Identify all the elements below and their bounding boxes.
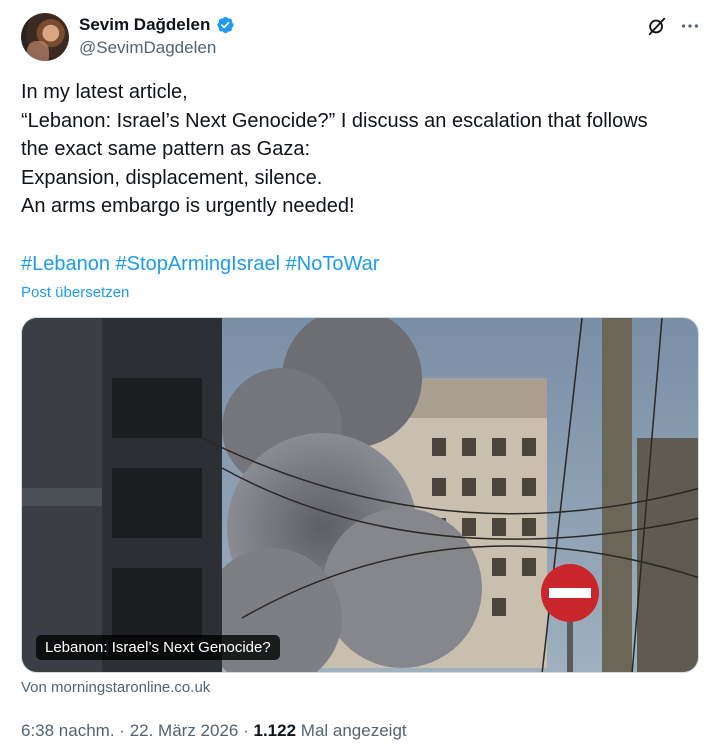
post-meta: 6:38 nachm. · 22. März 2026 · 1.122 Mal … — [21, 721, 407, 741]
more-options-icon[interactable] — [679, 15, 701, 37]
author-display-name[interactable]: Sevim Dağdelen — [79, 15, 210, 35]
tweet-line: “Lebanon: Israel’s Next Genocide?” I dis… — [21, 109, 648, 132]
tweet-line: Expansion, displacement, silence. — [21, 166, 323, 189]
meta-separator: · — [119, 721, 130, 740]
card-photo — [22, 318, 698, 672]
card-source-link[interactable]: Von morningstaronline.co.uk — [21, 679, 210, 696]
verified-badge-icon[interactable] — [215, 15, 235, 35]
tweet-line: An arms embargo is urgently needed! — [21, 195, 355, 217]
author-name-row: Sevim Dağdelen — [79, 15, 235, 35]
tweet-line: the exact same pattern as Gaza: — [21, 138, 311, 160]
post-time[interactable]: 6:38 nachm. — [21, 721, 115, 740]
hashtags: #Lebanon #StopArmingIsrael #NoToWar — [21, 250, 379, 278]
tweet-line: In my latest article, — [21, 81, 188, 103]
views-count: 1.122 — [253, 721, 297, 740]
hashtag-link[interactable]: #NoToWar — [286, 253, 380, 275]
post-date[interactable]: 22. März 2026 — [130, 721, 239, 740]
views-label: Mal angezeigt — [300, 721, 407, 740]
grok-icon[interactable] — [646, 15, 668, 37]
meta-separator: · — [243, 721, 254, 740]
author-handle[interactable]: @SevimDagdelen — [79, 38, 216, 58]
tweet-text: In my latest article, “Lebanon: Israel’s… — [21, 78, 701, 221]
avatar[interactable] — [21, 13, 69, 61]
translate-post-link[interactable]: Post übersetzen — [21, 284, 129, 301]
link-card-image[interactable]: Lebanon: Israel’s Next Genocide? — [21, 317, 699, 673]
hashtag-link[interactable]: #StopArmingIsrael — [116, 253, 281, 275]
card-caption: Lebanon: Israel’s Next Genocide? — [36, 635, 280, 660]
hashtag-link[interactable]: #Lebanon — [21, 253, 110, 275]
